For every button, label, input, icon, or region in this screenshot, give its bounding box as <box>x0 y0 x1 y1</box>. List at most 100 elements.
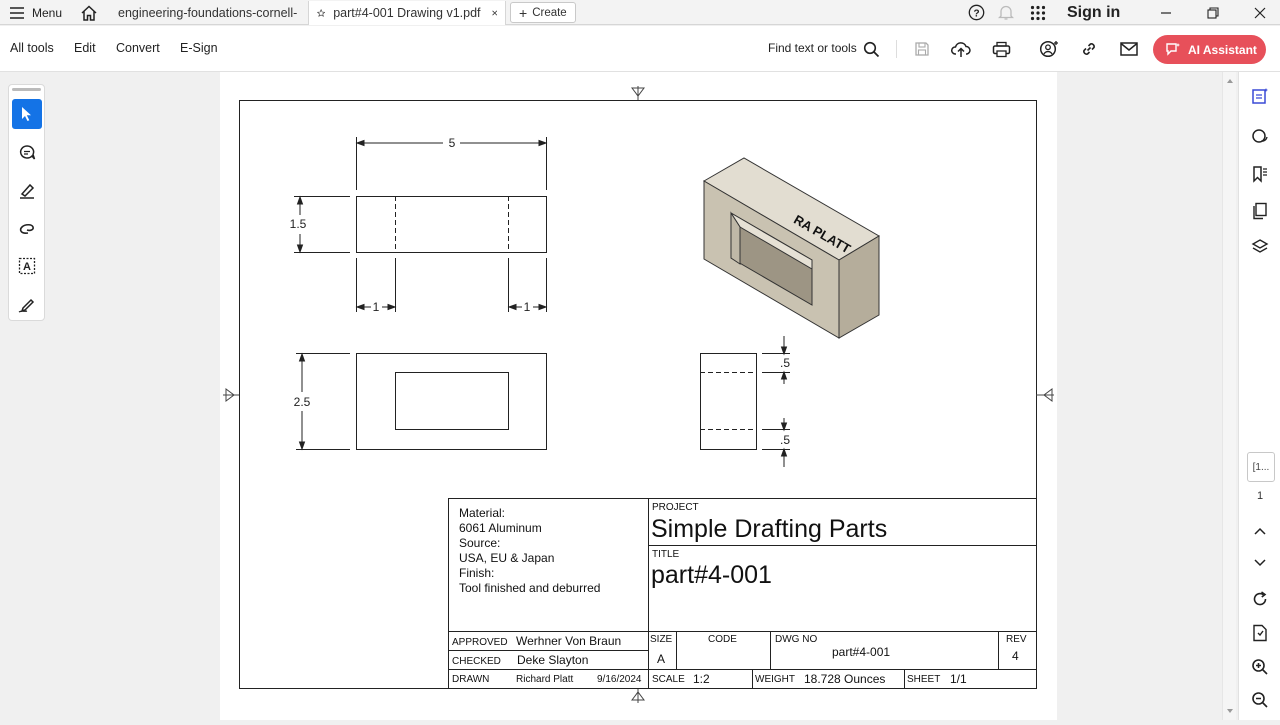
svg-text:A: A <box>23 261 31 273</box>
summary-sparkle-icon <box>1252 88 1268 104</box>
close-tab-icon[interactable] <box>491 8 497 18</box>
quick-tools-rail: A <box>8 84 45 321</box>
finish-label: Finish: <box>459 566 494 580</box>
home-button[interactable] <box>80 0 98 25</box>
material-value: 6061 Aluminum <box>459 521 542 535</box>
size-value: A <box>657 652 665 666</box>
find-tools-label[interactable]: Find text or tools <box>768 41 857 55</box>
close-window-button[interactable] <box>1240 0 1280 25</box>
dim-side-bottom: .5 <box>780 433 790 447</box>
main-toolbar: All tools Edit Convert E-Sign Find text … <box>0 26 1280 72</box>
vertical-scrollbar[interactable] <box>1222 72 1236 720</box>
minimize-button[interactable] <box>1146 0 1186 25</box>
code-label: CODE <box>708 634 737 645</box>
close-icon <box>1254 7 1266 18</box>
text-tool-button[interactable]: A <box>12 251 42 281</box>
title-value: part#4-001 <box>651 561 772 589</box>
dim-left-offset: 1 <box>373 300 380 314</box>
zoom-in-button[interactable] <box>1249 656 1271 678</box>
drawn-label: DRAWN <box>452 674 489 685</box>
scroll-up-icon[interactable] <box>1223 76 1237 86</box>
ai-assistant-label: AI Assistant <box>1188 42 1257 57</box>
approved-value: Werhner Von Braun <box>516 634 621 648</box>
layers-button[interactable] <box>1249 236 1271 258</box>
menu-e-sign[interactable]: E-Sign <box>180 41 218 55</box>
upload-cloud-button[interactable] <box>950 38 972 60</box>
comment-tool-button[interactable] <box>12 137 42 167</box>
create-label: Create <box>532 6 567 19</box>
highlighter-icon <box>20 183 35 199</box>
summary-button[interactable] <box>1249 85 1271 107</box>
star-icon <box>317 8 326 17</box>
zoom-out-icon <box>1252 692 1268 708</box>
weight-label: WEIGHT <box>755 674 795 685</box>
previous-page-button[interactable] <box>1249 520 1271 542</box>
page-export-icon <box>1253 624 1267 642</box>
highlight-tool-button[interactable] <box>12 175 42 205</box>
project-value: Simple Drafting Parts <box>651 515 887 543</box>
apps-button[interactable] <box>1030 0 1046 25</box>
select-tool-button[interactable] <box>12 99 42 129</box>
sign-in-button[interactable]: Sign in <box>1067 0 1120 25</box>
source-label: Source: <box>459 536 500 550</box>
extract-page-button[interactable] <box>1249 622 1271 644</box>
comment-icon <box>19 144 36 159</box>
dwg-no-label: DWG NO <box>775 634 817 645</box>
restore-icon <box>1207 6 1219 19</box>
size-label: SIZE <box>650 634 673 645</box>
sheet-label: SHEET <box>907 674 940 685</box>
bookmark-icon <box>1253 166 1267 183</box>
rev-label: REV <box>1006 634 1027 645</box>
drawn-value: Richard Platt <box>516 674 573 685</box>
rotate-icon <box>1253 591 1267 606</box>
menu-all-tools[interactable]: All tools <box>10 41 54 55</box>
current-page-number: 1 <box>1256 490 1264 502</box>
zoom-out-button[interactable] <box>1249 689 1271 711</box>
sign-tool-button[interactable] <box>12 289 42 319</box>
next-page-button[interactable] <box>1249 552 1271 574</box>
lasso-draw-icon <box>19 223 34 234</box>
menu-edit[interactable]: Edit <box>74 41 96 55</box>
sign-pen-icon <box>18 298 35 313</box>
save-button[interactable] <box>911 38 933 60</box>
apps-grid-icon <box>1030 5 1046 20</box>
rail-handle[interactable] <box>12 88 41 91</box>
email-button[interactable] <box>1118 38 1140 60</box>
right-panel-rail: [1... 1 <box>1238 72 1280 720</box>
comments-panel-button[interactable] <box>1249 126 1271 148</box>
scale-label: SCALE <box>652 674 685 685</box>
tab-engineering-foundations[interactable]: engineering-foundations-cornell-... <box>110 1 306 25</box>
menu-button[interactable]: Menu <box>10 0 62 25</box>
dwg-no-value: part#4-001 <box>832 645 890 659</box>
sheet-value: 1/1 <box>950 672 967 686</box>
restore-button[interactable] <box>1193 0 1233 25</box>
chevron-down-icon <box>1254 559 1266 567</box>
scroll-down-icon[interactable] <box>1223 706 1237 716</box>
create-button[interactable]: + Create <box>510 2 576 23</box>
bookmarks-button[interactable] <box>1249 163 1271 185</box>
help-icon: ? <box>968 4 985 21</box>
dim-top-height: 1.5 <box>290 217 307 231</box>
approved-label: APPROVED <box>452 637 508 648</box>
pages-button[interactable] <box>1249 200 1271 222</box>
ai-assistant-button[interactable]: AI Assistant <box>1153 35 1266 64</box>
link-button[interactable] <box>1078 38 1100 60</box>
mail-icon <box>1120 42 1138 56</box>
tab-label: engineering-foundations-cornell-... <box>118 6 298 20</box>
plus-icon: + <box>519 4 528 21</box>
search-button[interactable] <box>860 38 882 60</box>
comments-icon <box>1252 129 1268 143</box>
tab-part-drawing[interactable]: part#4-001 Drawing v1.pdf <box>308 1 506 25</box>
tab-label: part#4-001 Drawing v1.pdf <box>333 6 481 20</box>
draw-tool-button[interactable] <box>12 213 42 243</box>
rotate-button[interactable] <box>1249 588 1271 610</box>
notifications-button[interactable] <box>998 0 1014 25</box>
share-user-button[interactable] <box>1038 38 1060 60</box>
menu-convert[interactable]: Convert <box>116 41 160 55</box>
print-button[interactable] <box>990 38 1012 60</box>
page-thumbnail-indicator[interactable]: [1... <box>1247 452 1275 482</box>
zoom-in-icon <box>1252 659 1268 675</box>
help-button[interactable]: ? <box>968 0 985 25</box>
link-icon <box>1083 43 1095 55</box>
ai-sparkle-icon <box>1166 43 1180 56</box>
